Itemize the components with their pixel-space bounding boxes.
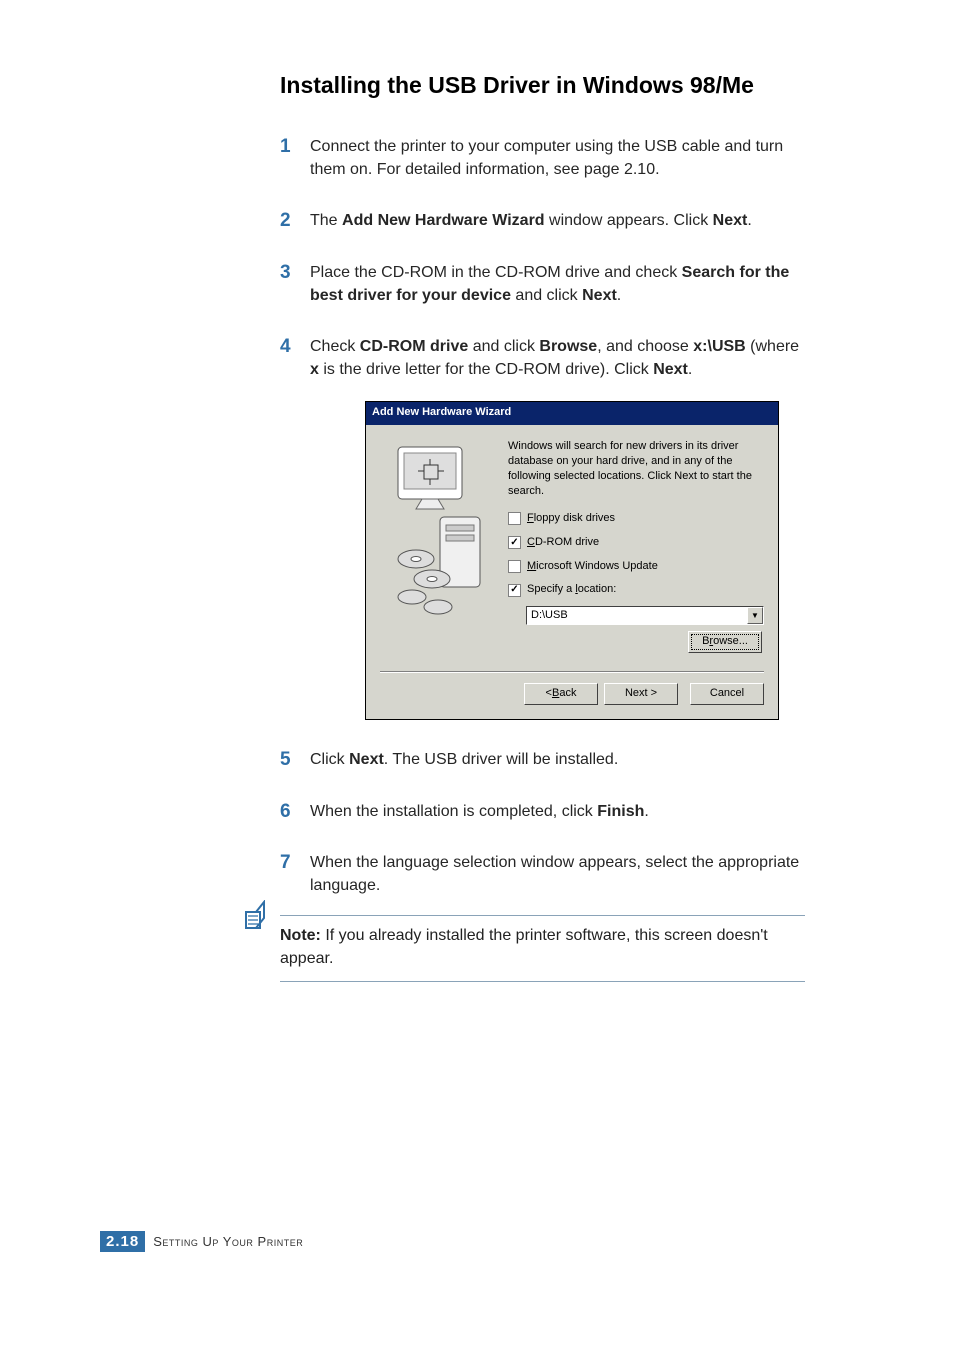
page-2-10-link[interactable]: page 2.10 <box>584 161 655 178</box>
step-3: 3 Place the CD-ROM in the CD-ROM drive a… <box>280 261 805 307</box>
specify-location-checkbox[interactable] <box>508 584 521 597</box>
section-heading: Installing the USB Driver in Windows 98/… <box>280 70 805 101</box>
step-4-t4: , and choose <box>597 338 693 355</box>
step-4-b7: x <box>310 361 319 378</box>
note-label: Note: <box>280 927 321 944</box>
wizard-button-row: < Back Next > Cancel <box>366 673 778 719</box>
step-6: 6 When the installation is completed, cl… <box>280 800 805 823</box>
step-7-text: When the language selection window appea… <box>310 854 799 894</box>
step-4-b3: Browse <box>539 338 597 355</box>
page-number: 18 <box>121 1233 140 1250</box>
page-footer: 2.18 Setting Up Your Printer <box>100 1231 303 1252</box>
step-number: 5 <box>280 746 291 774</box>
step-6-b1: Finish <box>597 803 644 820</box>
floppy-label: Floppy disk drives <box>527 511 615 527</box>
step-number: 7 <box>280 849 291 877</box>
step-2-t4: . <box>747 212 751 229</box>
note-text: If you already installed the printer sof… <box>280 927 768 967</box>
dialog-titlebar: Add New Hardware Wizard <box>366 402 778 425</box>
computer-cd-icon <box>380 439 496 629</box>
step-3-t0: Place the CD-ROM in the CD-ROM drive and… <box>310 264 682 281</box>
steps-list: 1 Connect the printer to your computer u… <box>280 135 805 897</box>
step-4-b1: CD-ROM drive <box>360 338 468 355</box>
dialog-right-column: Windows will search for new drivers in i… <box>508 439 764 653</box>
dialog-description: Windows will search for new drivers in i… <box>508 439 764 498</box>
floppy-checkbox[interactable] <box>508 512 521 525</box>
step-number: 6 <box>280 798 291 826</box>
step-5-t0: Click <box>310 751 349 768</box>
note-icon <box>242 900 276 941</box>
step-2-b1: Add New Hardware Wizard <box>342 212 545 229</box>
step-4-t2: and click <box>468 338 539 355</box>
step-1: 1 Connect the printer to your computer u… <box>280 135 805 181</box>
step-3-b3: Next <box>582 287 617 304</box>
step-2-b3: Next <box>713 212 748 229</box>
page: Installing the USB Driver in Windows 98/… <box>0 0 954 1346</box>
step-2-t2: window appears. Click <box>545 212 713 229</box>
step-5: 5 Click Next. The USB driver will be ins… <box>280 748 805 771</box>
content-column: Installing the USB Driver in Windows 98/… <box>280 70 805 982</box>
step-3-t4: . <box>617 287 621 304</box>
step-5-b1: Next <box>349 751 384 768</box>
floppy-option[interactable]: Floppy disk drives <box>508 511 764 527</box>
step-4-t6: (where <box>746 338 799 355</box>
footer-section-title: Setting Up Your Printer <box>153 1234 303 1249</box>
step-5-t2: . The USB driver will be installed. <box>384 751 618 768</box>
browse-row: Browse... <box>508 631 764 653</box>
note-block: Note: If you already installed the print… <box>280 915 805 981</box>
step-number: 4 <box>280 333 291 361</box>
step-4-t8: is the drive letter for the CD-ROM drive… <box>319 361 653 378</box>
location-value: D:\USB <box>527 608 747 624</box>
specify-location-label: Specify a location: <box>527 582 616 598</box>
location-combo[interactable]: D:\USB ▼ <box>526 606 764 625</box>
cdrom-option[interactable]: CD-ROM drive <box>508 535 764 551</box>
step-4-b9: Next <box>653 361 688 378</box>
step-1-text-post: . <box>655 161 659 178</box>
dialog-body: Windows will search for new drivers in i… <box>366 425 778 661</box>
wizard-dialog-wrap: Add New Hardware Wizard <box>365 401 805 720</box>
wizard-illustration <box>380 439 496 629</box>
step-4-t0: Check <box>310 338 360 355</box>
back-button[interactable]: < Back <box>524 683 598 705</box>
browse-button[interactable]: Browse... <box>688 631 762 653</box>
step-number: 3 <box>280 259 291 287</box>
step-3-t2: and click <box>511 287 582 304</box>
step-4: 4 Check CD-ROM drive and click Browse, a… <box>280 335 805 720</box>
step-4-t10: . <box>688 361 692 378</box>
cdrom-checkbox[interactable] <box>508 536 521 549</box>
add-new-hardware-wizard-dialog: Add New Hardware Wizard <box>365 401 779 720</box>
chevron-down-icon[interactable]: ▼ <box>747 607 763 624</box>
location-row: D:\USB ▼ <box>526 606 764 625</box>
next-button[interactable]: Next > <box>604 683 678 705</box>
step-1-text-pre: Connect the printer to your computer usi… <box>310 138 783 178</box>
cdrom-label: CD-ROM drive <box>527 535 599 551</box>
step-2-t0: The <box>310 212 342 229</box>
cancel-button[interactable]: Cancel <box>690 683 764 705</box>
step-number: 1 <box>280 133 291 161</box>
page-number-box: 2.18 <box>100 1231 145 1252</box>
chapter-number: 2. <box>106 1233 121 1250</box>
step-2: 2 The Add New Hardware Wizard window app… <box>280 209 805 232</box>
step-6-t0: When the installation is completed, clic… <box>310 803 597 820</box>
step-7: 7 When the language selection window app… <box>280 851 805 897</box>
windows-update-option[interactable]: Microsoft Windows Update <box>508 559 764 575</box>
windows-update-label: Microsoft Windows Update <box>527 559 658 575</box>
windows-update-checkbox[interactable] <box>508 560 521 573</box>
step-number: 2 <box>280 207 291 235</box>
step-6-t2: . <box>644 803 648 820</box>
specify-location-option[interactable]: Specify a location: <box>508 582 764 598</box>
step-4-b5: x:\USB <box>693 338 745 355</box>
